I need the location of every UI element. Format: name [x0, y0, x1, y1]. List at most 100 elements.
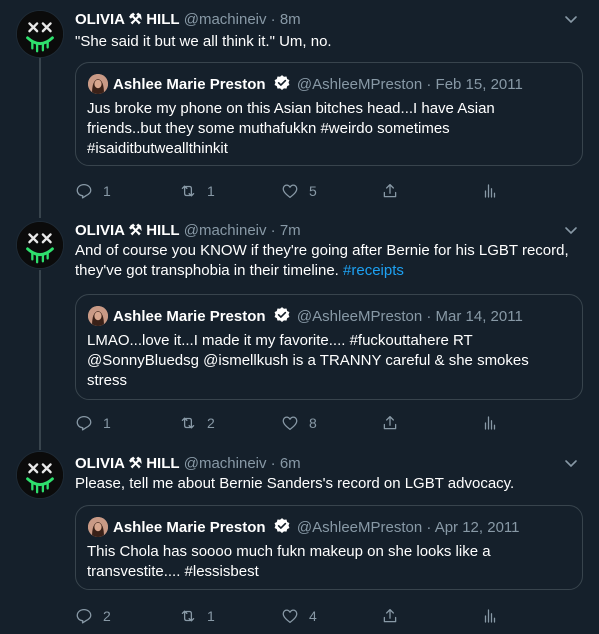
analytics-button[interactable]	[481, 181, 509, 201]
timestamp[interactable]: 6m	[280, 455, 301, 472]
timestamp[interactable]: 7m	[280, 222, 301, 239]
like-count: 4	[309, 608, 317, 624]
like-button[interactable]: 8	[281, 413, 317, 433]
reply-count: 1	[103, 183, 111, 199]
dead-smiley-icon	[17, 452, 63, 498]
avatar[interactable]	[16, 451, 64, 499]
separator-dot: ·	[270, 222, 276, 239]
retweet-button[interactable]: 1	[179, 181, 215, 201]
quoted-text-line: transvestite.... #lessisbest	[87, 563, 259, 580]
tweet[interactable]: OLIVIA ⚒ HILL @machineiv · 8m "She said …	[0, 0, 599, 210]
heart-icon	[282, 609, 298, 624]
share-icon	[383, 415, 397, 430]
quoted-display-name: Ashlee Marie Preston	[113, 519, 266, 536]
quoted-text: LMAO...love it...I made it my favorite..…	[87, 331, 567, 391]
quoted-tweet[interactable]: Ashlee Marie Preston @AshleeMPreston · F…	[75, 62, 583, 166]
quoted-text-line: friends..but they some muthafukkn #weird…	[87, 120, 450, 137]
share-button[interactable]	[381, 606, 409, 626]
quoted-text: Jus broke my phone on this Asian bitches…	[87, 99, 567, 159]
action-bar: 1 2 8	[75, 413, 585, 433]
quoted-tweet[interactable]: Ashlee Marie Preston @AshleeMPreston · A…	[75, 505, 583, 590]
display-name[interactable]: OLIVIA ⚒ HILL	[75, 11, 180, 28]
user-handle[interactable]: @machineiv	[184, 455, 267, 472]
like-count: 5	[309, 183, 317, 199]
dead-smiley-icon	[17, 222, 63, 268]
avatar[interactable]	[16, 221, 64, 269]
analytics-button[interactable]	[481, 413, 509, 433]
verified-badge-icon	[274, 307, 290, 322]
chevron-down-icon[interactable]	[563, 222, 579, 238]
user-handle[interactable]: @machineiv	[184, 11, 267, 28]
separator-dot: ·	[426, 519, 432, 536]
tweet[interactable]: OLIVIA ⚒ HILL @machineiv · 6m Please, te…	[0, 442, 599, 634]
quoted-text: This Chola has soooo much fukn makeup on…	[87, 542, 567, 582]
retweet-button[interactable]: 1	[179, 606, 215, 626]
dead-smiley-icon	[17, 11, 63, 57]
retweet-count: 1	[207, 608, 215, 624]
quoted-avatar	[88, 517, 108, 537]
retweet-count: 2	[207, 415, 215, 431]
tweet-body: Please, tell me about Bernie Sanders's r…	[75, 475, 515, 492]
quoted-avatar	[88, 306, 108, 326]
thread-line	[39, 442, 41, 450]
analytics-icon	[484, 609, 496, 623]
chevron-down-icon[interactable]	[563, 455, 579, 471]
user-handle[interactable]: @machineiv	[184, 222, 267, 239]
like-button[interactable]: 4	[281, 606, 317, 626]
tweet-body: And of course you KNOW if they're going …	[75, 242, 569, 279]
separator-dot: ·	[426, 76, 432, 93]
quoted-text-line: Jus broke my phone on this Asian bitches…	[87, 100, 495, 117]
reply-button[interactable]: 2	[75, 606, 111, 626]
analytics-icon	[484, 416, 496, 430]
verified-badge-icon	[274, 75, 290, 90]
hashtag-link[interactable]: #receipts	[343, 262, 404, 279]
share-icon	[383, 183, 397, 198]
share-button[interactable]	[381, 413, 409, 433]
like-count: 8	[309, 415, 317, 431]
avatar[interactable]	[16, 10, 64, 58]
share-button[interactable]	[381, 181, 409, 201]
reply-icon	[76, 415, 92, 431]
action-bar: 1 1 5	[75, 181, 585, 201]
timestamp[interactable]: 8m	[280, 11, 301, 28]
share-icon	[383, 608, 397, 623]
like-button[interactable]: 5	[281, 181, 317, 201]
retweet-count: 1	[207, 183, 215, 199]
retweet-icon	[181, 185, 195, 197]
separator-dot: ·	[270, 11, 276, 28]
quoted-text-line: stress	[87, 372, 128, 389]
quoted-text-line: This Chola has soooo much fukn makeup on…	[87, 543, 491, 560]
chevron-down-icon[interactable]	[563, 11, 579, 27]
retweet-icon	[181, 610, 195, 622]
reply-count: 2	[103, 608, 111, 624]
reply-icon	[76, 608, 92, 624]
reply-button[interactable]: 1	[75, 181, 111, 201]
quoted-date: Mar 14, 2011	[435, 308, 523, 325]
thread-line	[39, 58, 41, 210]
quoted-avatar	[88, 74, 108, 94]
quoted-text-line: #isaiditbutweallthinkit	[87, 140, 228, 157]
heart-icon	[282, 184, 298, 199]
quoted-header: Ashlee Marie Preston @AshleeMPreston · M…	[113, 306, 523, 325]
reply-button[interactable]: 1	[75, 413, 111, 433]
tweet-header: OLIVIA ⚒ HILL @machineiv · 6m	[75, 454, 301, 472]
tweet-body: "She said it but we all think it." Um, n…	[75, 33, 332, 50]
reply-icon	[76, 183, 92, 199]
tweet-header: OLIVIA ⚒ HILL @machineiv · 7m	[75, 221, 301, 239]
quoted-display-name: Ashlee Marie Preston	[113, 76, 266, 93]
retweet-button[interactable]: 2	[179, 413, 215, 433]
analytics-icon	[484, 184, 496, 198]
verified-badge-icon	[274, 518, 290, 533]
tweet-text: "She said it but we all think it." Um, n…	[75, 32, 585, 52]
tweet[interactable]: OLIVIA ⚒ HILL @machineiv · 7m And of cou…	[0, 210, 599, 442]
quoted-display-name: Ashlee Marie Preston	[113, 308, 266, 325]
quoted-handle: @AshleeMPreston	[296, 308, 423, 325]
display-name[interactable]: OLIVIA ⚒ HILL	[75, 222, 180, 239]
quoted-tweet[interactable]: Ashlee Marie Preston @AshleeMPreston · M…	[75, 294, 583, 400]
display-name[interactable]: OLIVIA ⚒ HILL	[75, 455, 180, 472]
quoted-header: Ashlee Marie Preston @AshleeMPreston · F…	[113, 74, 523, 93]
tweet-text: Please, tell me about Bernie Sanders's r…	[75, 474, 585, 494]
tweet-header: OLIVIA ⚒ HILL @machineiv · 8m	[75, 10, 301, 28]
quoted-text-line: @SonnyBluedsg @ismellkush is a TRANNY ca…	[87, 352, 529, 369]
analytics-button[interactable]	[481, 606, 509, 626]
